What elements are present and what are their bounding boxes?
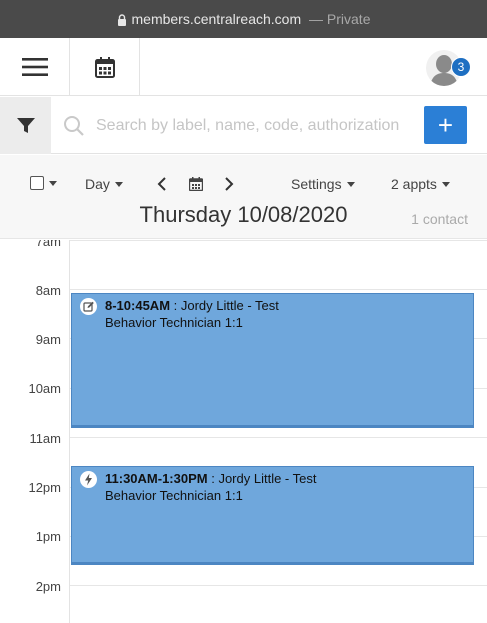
appointment-separator: :	[170, 298, 181, 313]
hour-label: 12pm	[28, 480, 61, 495]
hour-gridline	[70, 585, 487, 586]
browser-url-bar[interactable]: members.centralreach.com — Private	[0, 0, 487, 38]
select-all-checkbox[interactable]	[30, 176, 44, 190]
filter-icon	[16, 117, 35, 133]
top-navigation	[0, 38, 487, 96]
search-icon	[64, 116, 84, 136]
filter-button[interactable]	[0, 97, 51, 154]
calendar-toolbar: Day Settings 2 appts Thursday 10/08/2020…	[0, 155, 487, 239]
appointment-title: Jordy Little - Test	[218, 471, 317, 486]
hour-label: 8am	[35, 283, 61, 298]
chevron-down-icon	[441, 181, 450, 187]
chevron-left-icon	[157, 177, 166, 191]
edit-icon[interactable]	[80, 298, 97, 315]
appointment-separator: :	[207, 471, 219, 486]
appointments-dropdown[interactable]: 2 appts	[391, 176, 450, 192]
chevron-down-icon	[114, 181, 123, 187]
appointment-time: 8-10:45AM	[105, 298, 171, 313]
appointment-title: Jordy Little - Test	[180, 298, 279, 313]
add-button[interactable]: +	[424, 106, 467, 144]
next-day-button[interactable]	[224, 177, 234, 191]
hour-gridline	[70, 289, 487, 290]
day-calendar[interactable]: 7am 8am 9am 10am 11am 12pm 1pm 2pm 8-10:…	[0, 240, 487, 623]
appointments-count: 2 appts	[391, 176, 437, 192]
appointment-service: Behavior Technician 1:1	[105, 315, 243, 330]
hour-label: 10am	[28, 381, 61, 396]
search-input[interactable]	[96, 109, 418, 142]
hour-gridline	[70, 437, 487, 438]
calendar-icon	[94, 56, 115, 78]
hour-gridline	[70, 240, 487, 241]
calendar-icon	[189, 177, 203, 191]
chevron-down-icon	[49, 180, 57, 186]
settings-label: Settings	[291, 176, 342, 192]
appointment-block[interactable]: 8-10:45AM : Jordy Little - Test Behavior…	[71, 293, 474, 428]
appointment-service: Behavior Technician 1:1	[105, 488, 243, 503]
view-label: Day	[85, 176, 110, 192]
chevron-right-icon	[225, 177, 234, 191]
select-all-dropdown[interactable]	[30, 176, 57, 190]
hour-label: 1pm	[35, 529, 61, 544]
notification-badge[interactable]: 3	[451, 57, 471, 77]
previous-day-button[interactable]	[157, 177, 167, 191]
hour-label: 11am	[29, 431, 61, 446]
hour-label: 2pm	[35, 579, 61, 594]
appointment-time: 11:30AM-1:30PM	[105, 471, 208, 486]
hamburger-menu-button[interactable]	[0, 38, 70, 96]
calendar-button[interactable]	[70, 38, 140, 96]
time-column: 7am 8am 9am 10am 11am 12pm 1pm 2pm	[0, 240, 70, 623]
hamburger-icon	[21, 58, 48, 76]
search-bar: +	[0, 97, 487, 154]
contact-count[interactable]: 1 contact	[411, 211, 468, 227]
hour-label: 7am	[35, 240, 61, 249]
view-dropdown[interactable]: Day	[85, 176, 123, 192]
hour-label: 9am	[35, 332, 61, 347]
url-separator: —	[309, 11, 324, 27]
appointment-block[interactable]: 11:30AM-1:30PM : Jordy Little - Test Beh…	[71, 466, 474, 565]
settings-dropdown[interactable]: Settings	[291, 176, 355, 192]
date-picker-button[interactable]	[189, 177, 203, 191]
browser-url: members.centralreach.com	[131, 11, 302, 27]
chevron-down-icon	[346, 181, 355, 187]
private-label: Private	[326, 11, 371, 27]
lock-icon	[117, 14, 126, 26]
lightning-icon[interactable]	[80, 471, 97, 488]
